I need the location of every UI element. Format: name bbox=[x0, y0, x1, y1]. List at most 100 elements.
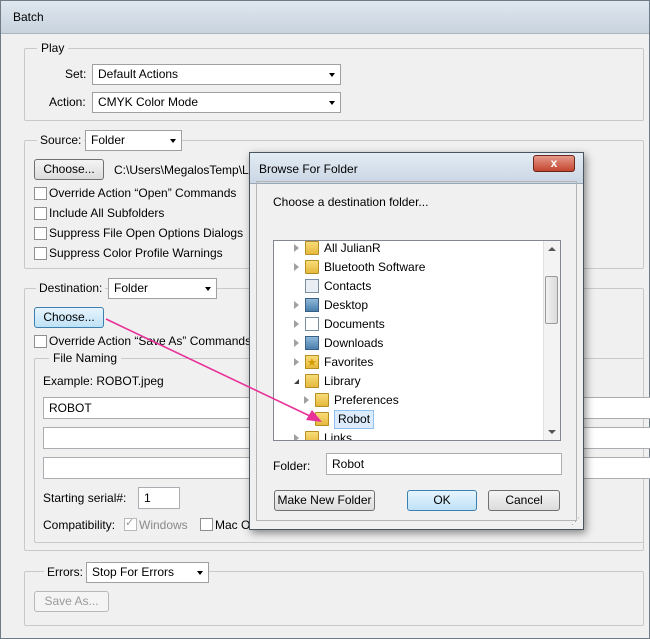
tree-node[interactable]: Library bbox=[274, 372, 544, 391]
suppress-open-options-checkbox[interactable] bbox=[34, 227, 47, 240]
collapsed-triangle-icon[interactable] bbox=[294, 434, 299, 440]
set-value: Default Actions bbox=[98, 67, 179, 81]
collapsed-triangle-icon[interactable] bbox=[294, 263, 299, 271]
mac-checkbox[interactable] bbox=[200, 518, 213, 531]
browse-titlebar: Browse For Folder x bbox=[250, 153, 583, 184]
suppress-color-profile-label: Suppress Color Profile Warnings bbox=[49, 246, 223, 260]
tree-node-label: Robot bbox=[334, 410, 375, 429]
destination-choose-button[interactable]: Choose... bbox=[34, 307, 104, 328]
save-as-button[interactable]: Save As... bbox=[34, 591, 109, 612]
chevron-down-icon bbox=[329, 73, 335, 77]
play-legend: Play bbox=[37, 41, 69, 55]
collapsed-triangle-icon[interactable] bbox=[294, 358, 299, 366]
source-label: Source: bbox=[37, 132, 85, 148]
close-icon: x bbox=[550, 156, 558, 170]
tree-node[interactable]: Downloads bbox=[274, 334, 544, 353]
scroll-up-icon[interactable] bbox=[548, 247, 556, 251]
file-naming-example: Example: ROBOT.jpeg bbox=[43, 374, 164, 388]
tree-node[interactable]: All JulianR bbox=[274, 241, 544, 258]
compatibility-label: Compatibility: bbox=[43, 518, 116, 532]
file-naming-legend: File Naming bbox=[49, 351, 122, 365]
tree-node[interactable]: Links bbox=[274, 429, 544, 441]
override-save-as-checkbox[interactable] bbox=[34, 335, 47, 348]
contacts-icon bbox=[305, 279, 319, 293]
downloads-icon bbox=[305, 336, 319, 350]
include-subfolders-label: Include All Subfolders bbox=[49, 206, 165, 220]
windows-label: Windows bbox=[139, 518, 188, 532]
tree-node-label: Bluetooth Software bbox=[324, 260, 426, 274]
tree-node-label: Desktop bbox=[324, 298, 369, 312]
folder-icon bbox=[315, 412, 329, 426]
starting-serial-label: Starting serial#: bbox=[43, 491, 127, 505]
tree-node-label: Favorites bbox=[324, 355, 374, 369]
tree-node-label: Preferences bbox=[334, 393, 399, 407]
tree-scrollbar[interactable] bbox=[543, 241, 560, 440]
override-open-checkbox[interactable] bbox=[34, 187, 47, 200]
scroll-thumb[interactable] bbox=[545, 276, 558, 324]
tree-node-label: Documents bbox=[324, 317, 385, 331]
browse-for-folder-dialog: Browse For Folder x Choose a destination… bbox=[249, 152, 584, 530]
tree-node[interactable]: Contacts bbox=[274, 277, 544, 296]
tree-node[interactable]: Documents bbox=[274, 315, 544, 334]
folder-icon bbox=[305, 260, 319, 274]
chevron-down-icon bbox=[197, 571, 203, 575]
collapsed-triangle-icon[interactable] bbox=[294, 339, 299, 347]
source-value: Folder bbox=[91, 133, 126, 147]
ok-button[interactable]: OK bbox=[407, 490, 477, 511]
collapsed-triangle-icon[interactable] bbox=[294, 320, 299, 328]
close-button[interactable]: x bbox=[533, 155, 575, 172]
resize-grip-icon[interactable]: ⋰ bbox=[571, 517, 580, 526]
folder-input[interactable]: Robot bbox=[326, 453, 562, 475]
chevron-down-icon bbox=[170, 139, 176, 143]
documents-icon bbox=[305, 317, 319, 331]
override-open-label: Override Action “Open” Commands bbox=[49, 186, 237, 200]
desktop-icon bbox=[305, 298, 319, 312]
destination-value: Folder bbox=[114, 281, 149, 295]
windows-checkbox[interactable] bbox=[124, 516, 137, 531]
include-subfolders-checkbox[interactable] bbox=[34, 207, 47, 220]
folder-icon bbox=[305, 241, 319, 255]
override-save-as-label: Override Action “Save As” Commands bbox=[49, 334, 252, 348]
errors-value: Stop For Errors bbox=[92, 565, 175, 579]
batch-title: Batch bbox=[13, 10, 44, 24]
errors-label: Errors: bbox=[44, 564, 86, 580]
set-select[interactable]: Default Actions bbox=[92, 64, 341, 85]
tree-node-label: Downloads bbox=[324, 336, 384, 350]
destination-label: Destination: bbox=[36, 280, 106, 296]
suppress-open-options-label: Suppress File Open Options Dialogs bbox=[49, 226, 244, 240]
folder-label: Folder: bbox=[273, 459, 311, 473]
browse-prompt: Choose a destination folder... bbox=[273, 195, 429, 209]
batch-titlebar: Batch bbox=[1, 1, 649, 34]
source-select[interactable]: Folder bbox=[85, 130, 182, 151]
tree-node[interactable]: Desktop bbox=[274, 296, 544, 315]
tree-node[interactable]: Preferences bbox=[274, 391, 544, 410]
favorites-icon bbox=[305, 354, 319, 373]
action-select[interactable]: CMYK Color Mode bbox=[92, 92, 341, 113]
scroll-down-icon[interactable] bbox=[548, 430, 556, 434]
collapsed-triangle-icon[interactable] bbox=[294, 244, 299, 252]
folder-icon bbox=[305, 374, 319, 388]
folder-icon bbox=[305, 431, 319, 440]
errors-select[interactable]: Stop For Errors bbox=[86, 562, 209, 583]
destination-select[interactable]: Folder bbox=[108, 278, 217, 299]
collapsed-triangle-icon[interactable] bbox=[304, 396, 309, 404]
starting-serial-input[interactable]: 1 bbox=[138, 487, 180, 509]
tree-node[interactable]: Bluetooth Software bbox=[274, 258, 544, 277]
suppress-color-profile-checkbox[interactable] bbox=[34, 247, 47, 260]
folder-tree[interactable]: All JulianR Bluetooth Software Contacts Des… bbox=[273, 240, 561, 441]
action-label: Action: bbox=[49, 95, 86, 109]
tree-node-label: All JulianR bbox=[324, 241, 381, 255]
source-choose-button[interactable]: Choose... bbox=[34, 159, 104, 180]
expanded-triangle-icon[interactable] bbox=[294, 379, 299, 384]
cancel-button[interactable]: Cancel bbox=[488, 490, 560, 511]
browse-title: Browse For Folder bbox=[259, 162, 358, 176]
source-path: C:\Users\MegalosTemp\L bbox=[114, 163, 249, 177]
set-label: Set: bbox=[65, 67, 87, 81]
action-value: CMYK Color Mode bbox=[98, 95, 199, 109]
mac-label: Mac O bbox=[215, 518, 251, 532]
tree-node[interactable]: Robot bbox=[274, 410, 544, 429]
collapsed-triangle-icon[interactable] bbox=[294, 301, 299, 309]
tree-node-label: Links bbox=[324, 431, 353, 441]
tree-node[interactable]: Favorites bbox=[274, 353, 544, 373]
make-new-folder-button[interactable]: Make New Folder bbox=[274, 490, 375, 511]
